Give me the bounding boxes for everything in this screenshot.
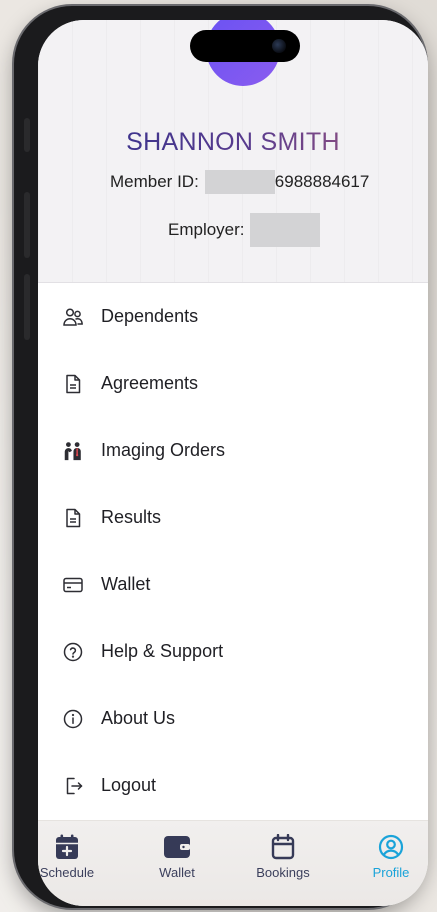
menu-item-dependents[interactable]: Dependents <box>38 283 428 350</box>
menu-item-label: Agreements <box>101 373 199 393</box>
dynamic-island <box>190 30 300 62</box>
member-id-value: 6988884617 <box>274 172 370 191</box>
logout-icon <box>62 775 84 797</box>
wallet-icon <box>163 833 191 861</box>
profile-circle-icon <box>377 833 405 861</box>
nav-label: Profile <box>372 865 410 880</box>
users-icon <box>62 306 84 328</box>
info-circle-icon <box>62 708 84 730</box>
member-id-row: Member ID: 6988884617 <box>110 170 369 194</box>
camera-icon <box>272 39 286 53</box>
action-button <box>24 118 30 152</box>
employer-row: Employer: <box>168 212 320 248</box>
profile-menu: Dependents Agreements Imaging Orders Res… <box>38 283 428 819</box>
employer-label: Employer: <box>168 220 245 239</box>
volume-down-button <box>24 274 30 340</box>
document-icon <box>62 507 84 529</box>
volume-up-button <box>24 192 30 258</box>
menu-item-help-support[interactable]: Help & Support <box>38 618 428 685</box>
card-icon <box>62 574 84 596</box>
calendar-plus-icon <box>53 833 81 861</box>
menu-item-agreements[interactable]: Agreements <box>38 350 428 417</box>
menu-item-logout[interactable]: Logout <box>38 752 428 819</box>
document-icon <box>62 373 84 395</box>
menu-item-wallet[interactable]: Wallet <box>38 551 428 618</box>
redacted-block <box>249 213 320 247</box>
nav-item-schedule[interactable]: Schedule <box>38 833 112 880</box>
menu-item-label: Help & Support <box>101 641 224 661</box>
member-name: SHANNON SMITH <box>38 128 428 157</box>
menu-item-label: Logout <box>101 775 157 795</box>
nav-label: Bookings <box>256 865 310 880</box>
calendar-icon <box>269 833 297 861</box>
redacted-block <box>204 170 275 194</box>
nav-item-bookings[interactable]: Bookings <box>238 833 328 880</box>
menu-item-about-us[interactable]: About Us <box>38 685 428 752</box>
menu-item-label: About Us <box>101 708 176 728</box>
doctor-patient-icon <box>62 440 84 462</box>
menu-item-label: Imaging Orders <box>101 440 226 460</box>
nav-label: Wallet <box>159 865 195 880</box>
menu-item-label: Results <box>101 507 162 527</box>
menu-item-label: Wallet <box>101 574 151 594</box>
member-id-label: Member ID: <box>110 172 199 191</box>
nav-item-wallet[interactable]: Wallet <box>132 833 222 880</box>
menu-item-results[interactable]: Results <box>38 484 428 551</box>
bottom-nav: Schedule Wallet Bookings Profile <box>38 820 428 906</box>
menu-item-label: Dependents <box>101 306 199 326</box>
nav-label: Schedule <box>39 865 95 880</box>
nav-item-profile[interactable]: Profile <box>346 833 428 880</box>
app-screen: SS SHANNON SMITH Member ID: 6988884617 E… <box>38 20 428 906</box>
menu-item-imaging-orders[interactable]: Imaging Orders <box>38 417 428 484</box>
help-circle-icon <box>62 641 84 663</box>
